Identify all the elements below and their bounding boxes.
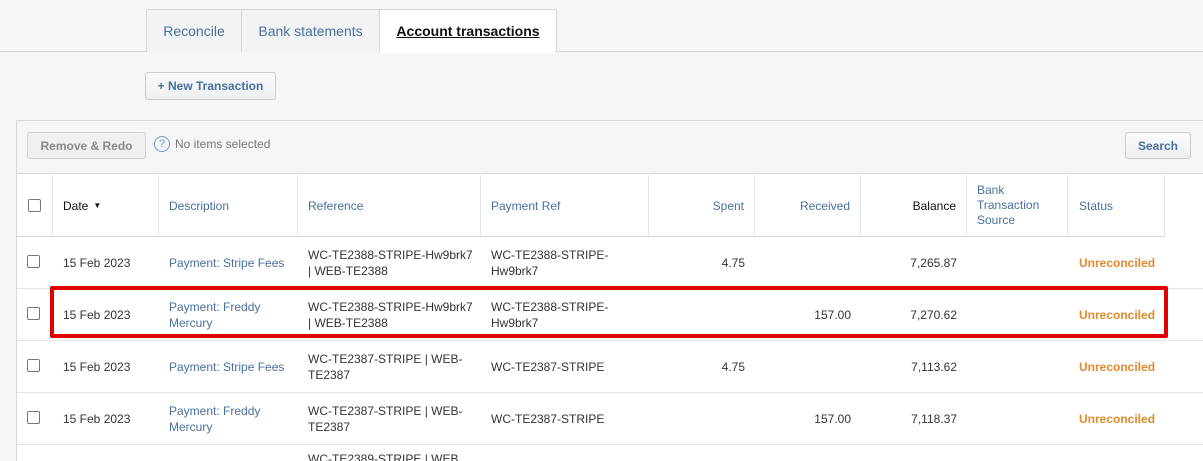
row-description-link[interactable]: Payment: Freddy Mercury [169,289,284,340]
status-badge: Unreconciled [1079,256,1156,270]
header-payment-ref-label: Payment Ref [491,198,561,213]
row-description-link[interactable]: Payment: Stripe Fees [169,341,294,392]
search-button[interactable]: Search [1125,132,1191,159]
header-description-label: Description [169,198,230,213]
row-reference: WC-TE2387-STRIPE | WEB-TE2387 [308,403,463,434]
header-spent-label: Spent [712,198,744,213]
row-balance: 7,270.62 [910,307,957,322]
row-received [755,341,851,392]
header-date-label: Date [63,198,89,213]
header-reference-label: Reference [308,198,364,213]
row-checkbox[interactable] [27,359,40,372]
header-status-label: Status [1079,198,1114,213]
tabs-bar: Reconcile Bank statements Account transa… [0,0,1203,53]
row-reference: WC-TE2389-STRIPE | WEB [308,452,459,461]
header-reference[interactable]: Reference [298,175,481,237]
row-spent [649,289,745,340]
row-checkbox[interactable] [27,411,40,424]
row-spent: 4.75 [721,359,745,374]
row-payment-ref: WC-TE2388-STRIPE-Hw9brk7 [491,299,609,330]
row-date: 15 Feb 2023 [63,411,131,426]
header-balance: Balance [861,175,967,237]
row-received: 157.00 [814,307,851,322]
toolbar: Remove & Redo ? No items selected Search [17,121,1203,174]
select-all-checkbox[interactable] [28,199,41,212]
row-balance: 7,113.62 [911,359,957,374]
new-transaction-button[interactable]: + New Transaction [145,72,276,100]
row-payment-ref: WC-TE2387-STRIPE [491,359,605,374]
header-status[interactable]: Status [1068,175,1165,237]
header-bank-source[interactable]: Bank Transaction Source [967,175,1068,237]
row-received [755,238,851,288]
row-payment-ref: WC-TE2388-STRIPE-Hw9brk7 [491,248,609,278]
selection-status: No items selected [175,137,271,151]
header-spent[interactable]: Spent [649,175,755,237]
row-received: 157.00 [814,411,851,426]
row-payment-ref: WC-TE2387-STRIPE [491,411,605,426]
row-reference: WC-TE2388-STRIPE-Hw9brk7 | WEB-TE2388 [308,299,473,330]
header-description[interactable]: Description [159,175,298,237]
status-badge: Unreconciled [1079,359,1156,374]
row-reference: WC-TE2387-STRIPE | WEB-TE2387 [308,351,463,382]
row-date: 15 Feb 2023 [63,307,131,322]
header-received[interactable]: Received [755,175,861,237]
help-icon[interactable]: ? [154,136,170,152]
row-description-link[interactable]: Payment: Freddy Mercury [169,393,284,444]
row-checkbox[interactable] [27,255,40,268]
header-received-label: Received [799,198,850,213]
row-reference: WC-TE2388-STRIPE-Hw9brk7 | WEB-TE2388 [308,248,473,278]
sort-down-icon: ▼ [93,201,102,210]
header-select-all-cell [17,175,53,237]
status-badge: Unreconciled [1079,411,1156,426]
row-date: 15 Feb 2023 [63,256,131,270]
tab-reconcile[interactable]: Reconcile [146,9,242,52]
status-badge: Unreconciled [1079,307,1156,322]
header-payment-ref[interactable]: Payment Ref [481,175,649,237]
row-spent: 4.75 [721,256,745,270]
row-description-link[interactable]: Payment: Stripe Fees [169,238,294,288]
tab-bank-statements[interactable]: Bank statements [241,9,380,52]
row-balance: 7,265.87 [910,256,957,270]
row-date: 15 Feb 2023 [63,359,131,374]
remove-redo-button[interactable]: Remove & Redo [27,132,146,159]
header-bank-source-label: Bank Transaction Source [977,183,1040,227]
header-date[interactable]: Date ▼ [53,175,159,237]
row-divider [17,444,1203,445]
header-balance-label: Balance [912,198,956,213]
row-spent [649,393,745,444]
row-checkbox[interactable] [27,307,40,320]
row-balance: 7,118.37 [911,411,957,426]
transactions-panel: Remove & Redo ? No items selected Search… [16,120,1203,461]
tab-account-transactions[interactable]: Account transactions [379,9,557,53]
